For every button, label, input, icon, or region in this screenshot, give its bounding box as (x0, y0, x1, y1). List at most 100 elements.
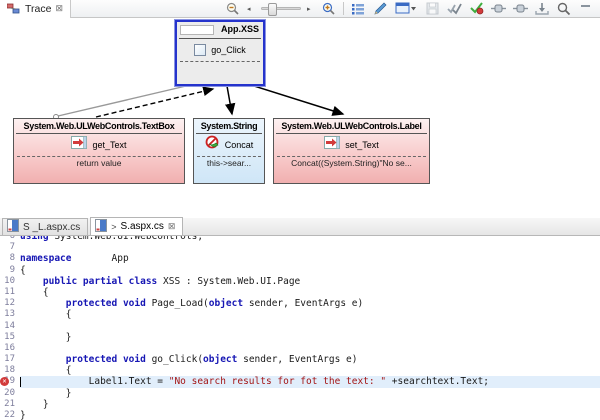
trace-diagram-canvas[interactable]: App.XSS go_Click System.Web.ULWebControl… (0, 18, 600, 218)
trace-diagram-icon (5, 1, 21, 17)
code-line-18[interactable]: 18 { (0, 365, 600, 376)
code-text: { (20, 287, 600, 298)
connector-left-icon[interactable] (490, 1, 506, 17)
line-number: 17 (0, 354, 20, 365)
line-number: 10 (0, 276, 20, 287)
line-number: 9 (0, 265, 20, 276)
window-mode-dropdown-icon[interactable] (394, 1, 418, 17)
editor-tab-label: S _L.aspx.cs (23, 222, 80, 233)
editor-tab-close-icon[interactable]: ⊠ (168, 222, 176, 231)
method-arrow-icon (324, 136, 340, 154)
edge-root-to-string (227, 86, 232, 114)
code-line-9[interactable]: 9{ (0, 265, 600, 276)
trace-tab-close-icon[interactable]: ⊠ (55, 4, 63, 13)
code-line-13[interactable]: 13 { (0, 309, 600, 320)
code-text: } (20, 388, 600, 399)
trace-tab-label: Trace (25, 3, 51, 15)
code-line-11[interactable]: 11 { (0, 287, 600, 298)
edge-root-to-textbox (58, 86, 186, 116)
code-line-16[interactable]: 16 (0, 343, 600, 354)
node-label-title: System.Web.ULWebControls.Label (274, 119, 429, 133)
verify-trace-color-icon[interactable] (468, 1, 484, 17)
node-string-footer: this->sear... (194, 157, 264, 168)
code-text: { (20, 265, 600, 276)
connector-right-icon[interactable] (512, 1, 528, 17)
code-text: protected void go_Click(object sender, E… (20, 354, 600, 365)
code-line-22[interactable]: 22} (0, 410, 600, 420)
node-textbox[interactable]: System.Web.ULWebControls.TextBox get_Tex… (13, 118, 185, 184)
code-text: Label1.Text = "No search results for fot… (20, 376, 600, 387)
line-number: 21 (0, 399, 20, 410)
line-number: 12 (0, 298, 20, 309)
code-line-19[interactable]: 19✕ Label1.Text = "No search results for… (0, 376, 600, 387)
method-concat[interactable]: Concat (194, 134, 264, 156)
code-line-20[interactable]: 20 } (0, 388, 600, 399)
edge-textbox-return-dashed (96, 89, 213, 117)
line-number: 20 (0, 388, 20, 399)
code-text (20, 242, 600, 253)
minimize-view-icon[interactable] (578, 1, 594, 17)
save-icon[interactable] (424, 1, 440, 17)
node-textbox-footer: return value (14, 157, 184, 168)
method-set-text[interactable]: set_Text (274, 134, 429, 156)
code-line-12[interactable]: 12 protected void Page_Load(object sende… (0, 298, 600, 309)
editor-tabbar: S _L.aspx.cs > S.aspx.cs ⊠ (0, 218, 600, 236)
code-line-14[interactable]: 14 (0, 321, 600, 332)
code-line-8[interactable]: 8namespace App (0, 253, 600, 264)
node-string[interactable]: System.String Concat this->sear... (193, 118, 265, 184)
zoom-slider[interactable] (261, 7, 301, 10)
method-get-text[interactable]: get_Text (14, 134, 184, 156)
toolbar-separator (343, 2, 344, 15)
code-text: } (20, 410, 600, 420)
node-app-xss[interactable]: App.XSS go_Click (175, 20, 265, 86)
zoom-slider-thumb[interactable] (268, 3, 277, 16)
event-handler-icon (194, 44, 206, 56)
line-number: 7 (0, 242, 20, 253)
code-line-10[interactable]: 10 public partial class XSS : System.Web… (0, 276, 600, 287)
node-string-title: System.String (194, 119, 264, 133)
code-text: { (20, 365, 600, 376)
node-app-xss-header: App.XSS (177, 22, 263, 38)
edit-pencil-icon[interactable] (372, 1, 388, 17)
code-text: protected void Page_Load(object sender, … (20, 298, 600, 309)
trace-view-tab[interactable]: Trace ⊠ (0, 0, 71, 18)
line-number: 13 (0, 309, 20, 320)
code-line-7[interactable]: 7 (0, 242, 600, 253)
code-line-15[interactable]: 15 } (0, 332, 600, 343)
outline-list-icon[interactable] (350, 1, 366, 17)
zoom-scroll-right-icon[interactable]: ▸ (307, 5, 315, 13)
trace-toolbar: ◂ ▸ (225, 1, 600, 17)
line-number: 11 (0, 287, 20, 298)
search-icon[interactable] (556, 1, 572, 17)
line-number: 16 (0, 343, 20, 354)
error-marker-icon[interactable]: ✕ (0, 377, 9, 386)
zoom-out-icon[interactable] (225, 1, 241, 17)
code-text: } (20, 399, 600, 410)
aspx-file-icon (95, 219, 107, 235)
verify-trace-icon[interactable] (446, 1, 462, 17)
method-arrow-icon (71, 136, 87, 154)
node-label[interactable]: System.Web.ULWebControls.Label set_Text … (273, 118, 430, 184)
code-line-17[interactable]: 17 protected void go_Click(object sender… (0, 354, 600, 365)
code-text (20, 321, 600, 332)
static-method-icon (205, 135, 220, 155)
editor-tab-l-aspx[interactable]: S _L.aspx.cs (2, 218, 88, 235)
object-name-placeholder[interactable] (180, 25, 214, 35)
line-number: 18 (0, 365, 20, 376)
line-number: 19✕ (0, 376, 20, 387)
code-line-21[interactable]: 21 } (0, 399, 600, 410)
dashed-divider (180, 61, 260, 62)
code-text: { (20, 309, 600, 320)
zoom-scroll-left-icon[interactable]: ◂ (247, 5, 255, 13)
code-lines: 6using System.Web.UI.WebControls;78names… (0, 236, 600, 420)
method-go-click[interactable]: go_Click (177, 39, 263, 61)
import-trace-icon[interactable] (534, 1, 550, 17)
code-editor[interactable]: 6using System.Web.UI.WebControls;78names… (0, 236, 600, 420)
code-text: public partial class XSS : System.Web.UI… (20, 276, 600, 287)
zoom-in-icon[interactable] (321, 1, 337, 17)
aspx-file-icon (7, 219, 19, 235)
editor-tab-s-aspx[interactable]: > S.aspx.cs ⊠ (90, 217, 183, 235)
editor-tab-label: S.aspx.cs (121, 221, 164, 232)
node-textbox-title: System.Web.ULWebControls.TextBox (14, 119, 184, 133)
trace-view-tabbar: Trace ⊠ ◂ ▸ (0, 0, 600, 18)
